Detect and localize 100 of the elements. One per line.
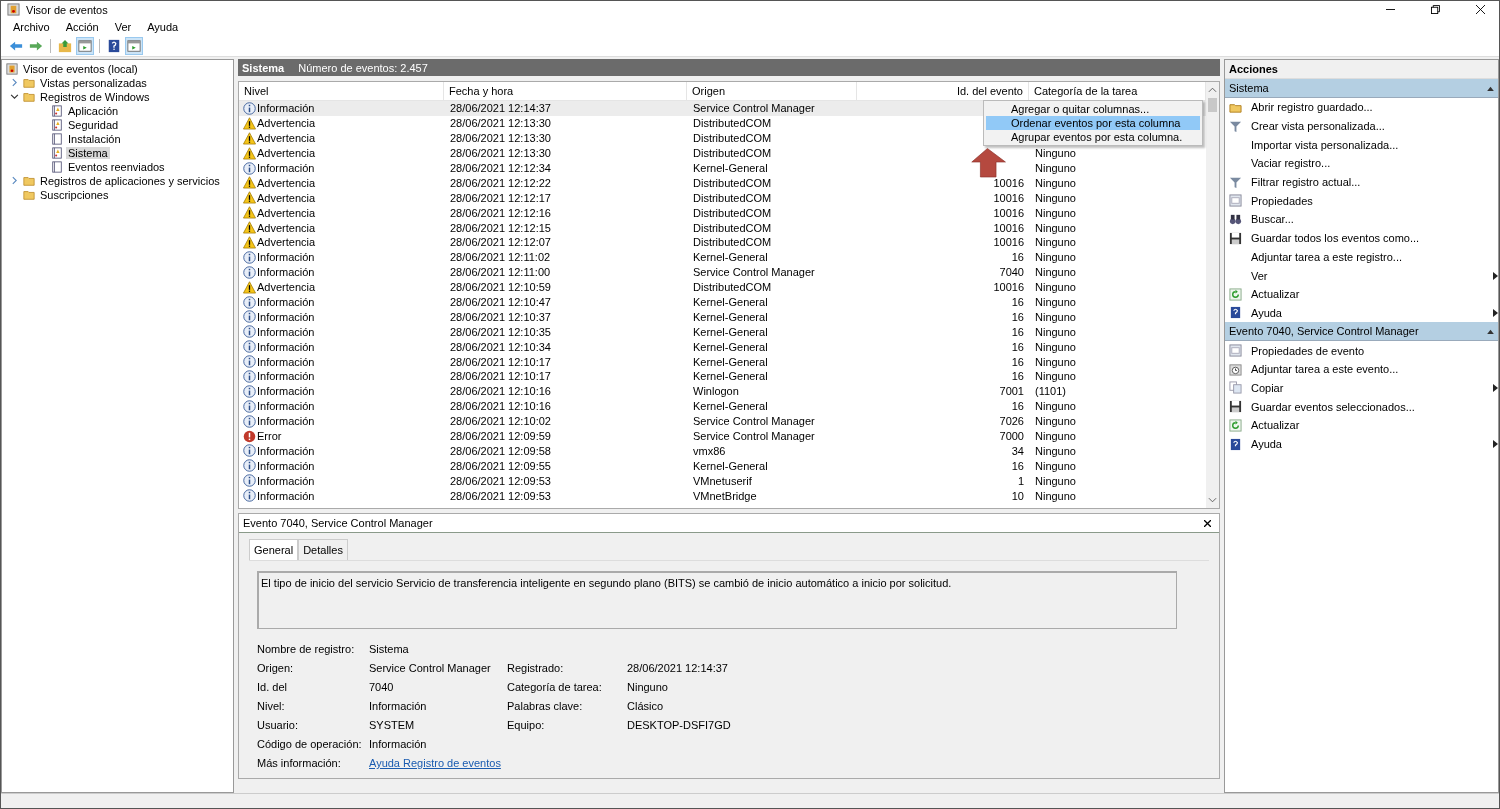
table-cell: VMnetBridge [693,489,757,502]
table-cell: 28/06/2021 12:10:35 [450,325,551,338]
table-cell: Ninguno [1035,162,1076,174]
table-cell: Service Control Manager [693,415,815,428]
tree-item[interactable]: Aplicación [66,105,121,117]
action-link[interactable]: Ver [1251,269,1493,282]
menu-item[interactable]: Ayuda [139,21,187,33]
menu-item[interactable]: Acción [57,21,107,33]
menu-item[interactable]: Agregar o quitar columnas... [986,102,1200,116]
table-cell: 28/06/2021 12:10:34 [450,340,551,353]
column-header[interactable]: Fecha y hora [444,82,687,100]
action-link[interactable]: Ayuda [1251,306,1493,319]
table-cell: (1101) [1035,385,1066,398]
menu-item[interactable]: Ver [106,21,140,33]
action-link[interactable]: Crear vista personalizada... [1251,120,1498,133]
action-link[interactable]: Adjuntar tarea a este registro... [1251,250,1498,263]
column-header[interactable]: Origen [687,82,857,100]
submenu-arrow-icon[interactable] [1493,440,1498,449]
table-cell: 28/06/2021 12:14:37 [450,102,551,115]
tree-item[interactable]: Suscripciones [38,189,111,201]
table-cell: Advertencia [257,117,316,130]
scroll-thumb[interactable] [1208,98,1217,112]
action-link[interactable]: Propiedades de evento [1251,344,1498,357]
action-link[interactable]: Vaciar registro... [1251,157,1498,170]
table-cell: 16 [1011,325,1024,338]
refresh-icon [1229,287,1242,301]
menu-item[interactable]: Ordenar eventos por esta columna [986,116,1200,130]
action-link[interactable]: Ayuda [1251,438,1493,451]
table-cell: Ninguno [1035,206,1076,219]
binoculars-icon [1229,212,1242,226]
warning-icon [243,221,256,235]
table-cell: 28/06/2021 12:13:30 [450,147,551,160]
action-link[interactable]: Filtrar registro actual... [1251,176,1498,189]
table-cell: 16 [1011,459,1024,472]
table-cell: Ninguno [1035,340,1076,353]
table-cell: DistributedCOM [693,176,772,189]
tab[interactable]: General [249,539,299,560]
table-cell: Advertencia [257,236,316,249]
expand-chevron-icon[interactable] [10,78,19,87]
section-header[interactable]: Sistema [1225,79,1498,98]
section-header[interactable]: Evento 7040, Service Control Manager [1225,322,1498,342]
table-cell: Kernel-General [693,325,768,338]
submenu-arrow-icon[interactable] [1493,271,1498,280]
warning-icon [243,206,256,220]
scrollbar[interactable] [1206,82,1219,508]
tree-item[interactable]: Visor de eventos (local) [21,63,140,75]
tree-item[interactable]: Instalación [66,133,123,145]
table-cell: 7000 [999,430,1024,443]
help-link[interactable]: Ayuda Registro de eventos [369,755,501,771]
tab[interactable]: Detalles [298,539,348,560]
tree-item[interactable]: Registros de Windows [38,91,152,103]
table-cell: 1 [1017,474,1024,487]
action-link[interactable]: Guardar eventos seleccionados... [1251,400,1498,413]
tree-item[interactable]: Eventos reenviados [66,161,167,173]
action-link[interactable]: Buscar... [1251,213,1498,226]
folder-icon[interactable] [56,37,74,55]
info-icon [243,474,256,488]
close-icon[interactable] [1476,5,1485,14]
table-cell: Service Control Manager [693,102,815,115]
collapse-chevron-icon[interactable] [10,92,19,101]
menu-item[interactable]: Archivo [5,21,58,33]
tree-item[interactable]: Seguridad [66,119,121,131]
table-cell: Información [257,459,315,472]
submenu-arrow-icon[interactable] [1493,308,1498,317]
action-link[interactable]: Actualizar [1251,288,1498,301]
menu-item[interactable]: Agrupar eventos por esta columna. [986,130,1200,144]
folder-icon [23,77,35,89]
column-header[interactable]: Nivel [239,82,444,100]
table-cell: 10016 [993,191,1024,204]
table-cell: 10016 [993,221,1024,234]
collapse-icon[interactable] [1487,328,1494,334]
table-cell: Kernel-General [693,370,768,383]
table-cell: Kernel-General [693,355,768,368]
action-link[interactable]: Abrir registro guardado... [1251,101,1498,114]
table-cell: DistributedCOM [693,281,772,294]
table-cell: 28/06/2021 12:12:15 [450,221,551,234]
tree-item[interactable]: Vistas personalizadas [38,77,149,89]
action-link[interactable]: Propiedades [1251,194,1498,207]
tree-item[interactable]: Sistema [66,147,110,159]
panel-icon[interactable] [76,37,94,55]
action-link[interactable]: Guardar todos los eventos como... [1251,232,1498,245]
action-link[interactable]: Adjuntar tarea a este evento... [1251,363,1498,376]
table-cell: Ninguno [1035,176,1076,189]
restore-icon[interactable] [1431,5,1440,14]
close-icon[interactable] [1204,519,1211,527]
window-title: Visor de eventos [26,3,108,16]
table-cell: 28/06/2021 12:10:37 [450,310,551,323]
field-value: Service Control Manager [369,661,491,676]
action-link[interactable]: Actualizar [1251,419,1498,432]
collapse-icon[interactable] [1487,85,1494,91]
folder-icon [23,189,35,201]
scroll-down-icon[interactable] [1208,496,1217,504]
table-cell: Ninguno [1035,444,1076,457]
tree-item[interactable]: Registros de aplicaciones y servicios [38,175,222,187]
scroll-up-icon[interactable] [1208,86,1217,94]
submenu-arrow-icon[interactable] [1493,383,1498,392]
expand-chevron-icon[interactable] [10,176,19,185]
action-link[interactable]: Importar vista personalizada... [1251,138,1498,151]
table-cell: 28/06/2021 12:12:17 [450,191,551,204]
action-link[interactable]: Copiar [1251,381,1493,394]
